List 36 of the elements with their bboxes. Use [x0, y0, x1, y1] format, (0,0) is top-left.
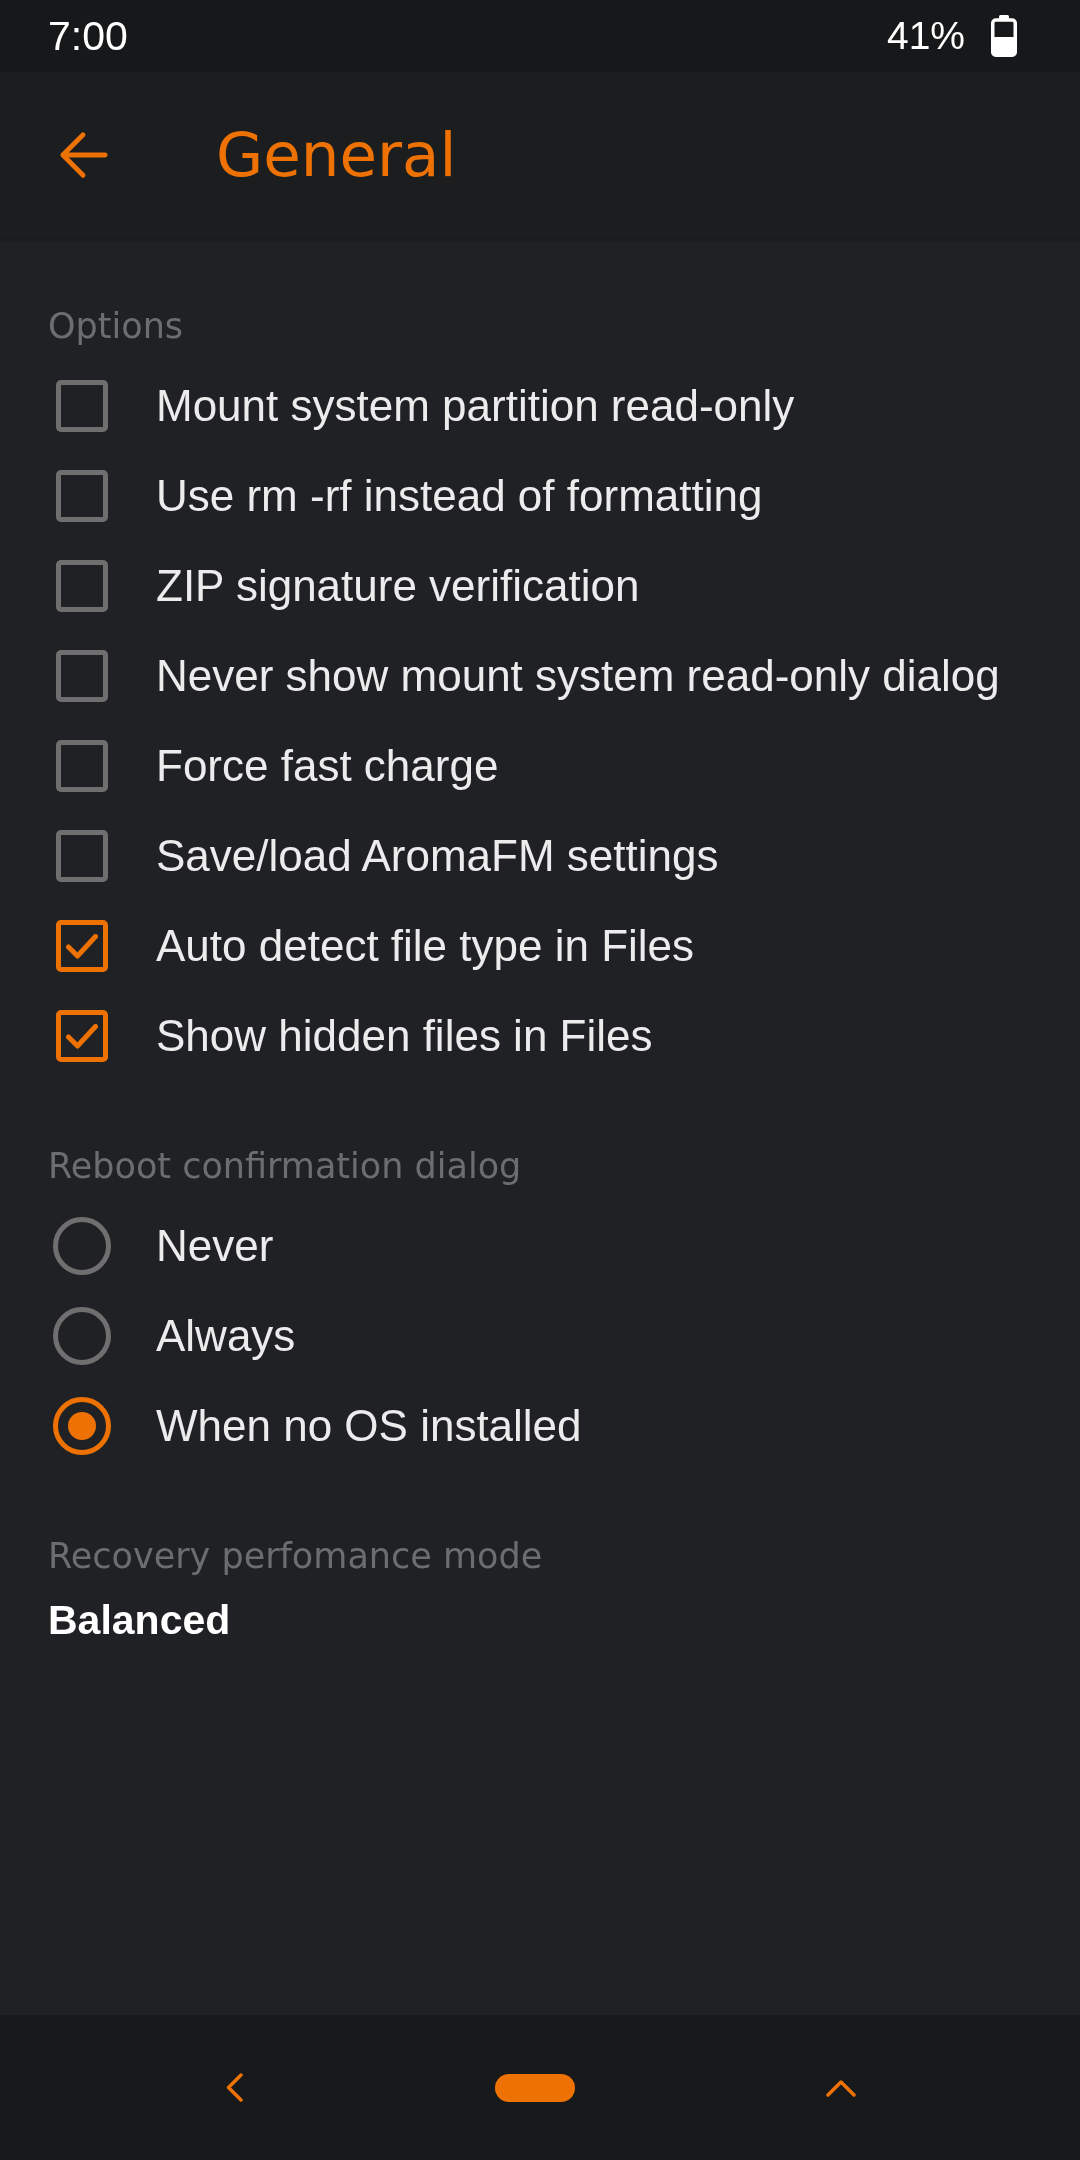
checkbox[interactable]: [56, 740, 108, 792]
option-label: Never: [156, 1220, 274, 1272]
checkbox[interactable]: [56, 1010, 108, 1062]
battery-percent: 41%: [886, 13, 965, 59]
checkbox[interactable]: [56, 470, 108, 522]
section-header: Options: [48, 305, 184, 348]
option-label: Never show mount system read-only dialog: [156, 650, 1000, 702]
home-pill[interactable]: [494, 2073, 575, 2102]
checkbox[interactable]: [56, 830, 108, 882]
checkbox[interactable]: [56, 650, 108, 702]
option-label: Force fast charge: [156, 740, 499, 792]
setting-value[interactable]: Balanced: [48, 1592, 231, 1648]
option-label: ZIP signature verification: [156, 560, 640, 612]
checkmark-icon: [66, 1023, 98, 1049]
checkbox[interactable]: [56, 920, 108, 972]
option-label: Show hidden files in Files: [156, 1010, 653, 1062]
checkbox[interactable]: [56, 380, 108, 432]
option-label: Always: [156, 1310, 296, 1362]
page-title: General: [216, 119, 457, 191]
radio-button[interactable]: [53, 1397, 111, 1455]
option-label: Save/load AromaFM settings: [156, 830, 719, 882]
option-label: Auto detect file type in Files: [156, 920, 695, 972]
option-label: When no OS installed: [156, 1400, 582, 1452]
radio-button[interactable]: [53, 1307, 111, 1365]
chevron-left-icon[interactable]: [224, 2073, 244, 2102]
battery-icon: [991, 15, 1017, 57]
section-header: Recovery perfomance mode: [48, 1535, 543, 1578]
checkmark-icon: [66, 933, 98, 959]
section-header: Reboot confirmation dialog: [48, 1145, 522, 1188]
checkbox[interactable]: [56, 560, 108, 612]
status-time: 7:00: [48, 12, 128, 60]
option-label: Use rm -rf instead of formatting: [156, 470, 763, 522]
radio-button[interactable]: [53, 1217, 111, 1275]
option-label: Mount system partition read-only: [156, 380, 795, 432]
chevron-up-icon[interactable]: [825, 2078, 856, 2097]
back-arrow-icon[interactable]: [58, 130, 110, 180]
